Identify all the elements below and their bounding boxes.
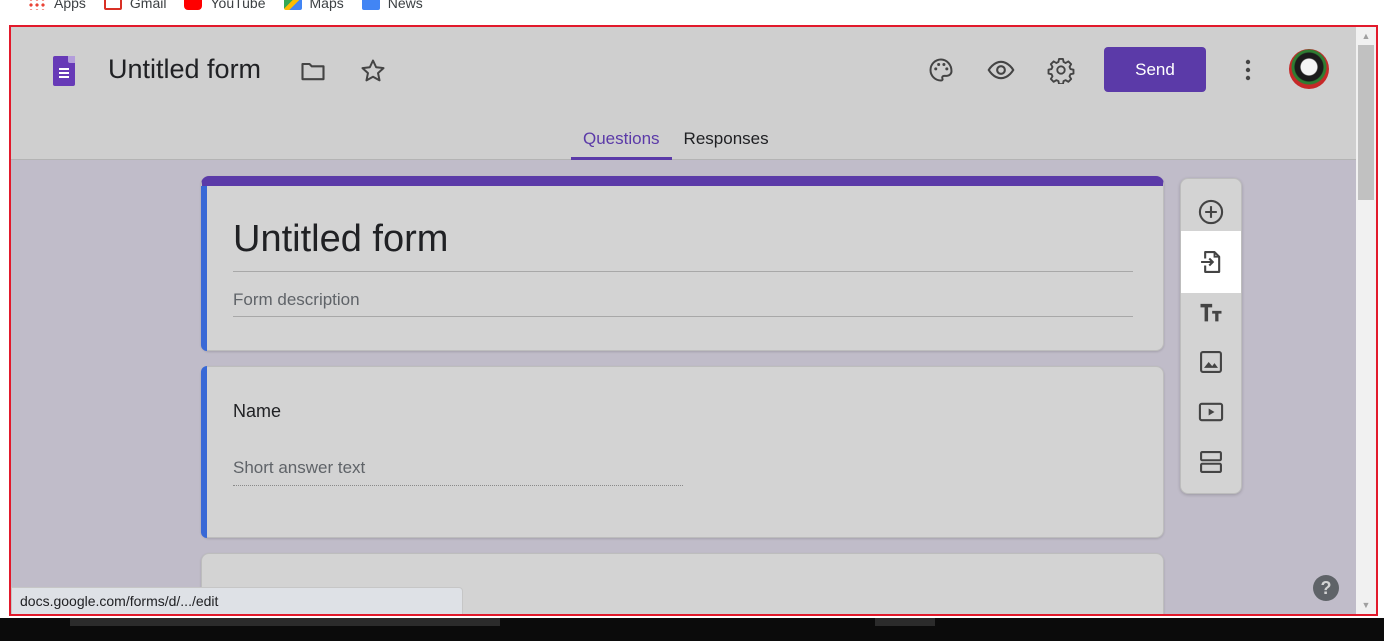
os-taskbar	[0, 618, 1384, 641]
short-answer-placeholder: Short answer text	[233, 458, 683, 486]
question-title[interactable]: Name	[233, 401, 281, 422]
google-forms-logo-icon[interactable]	[53, 56, 75, 86]
tab-questions[interactable]: Questions	[571, 125, 672, 160]
add-question-icon[interactable]	[1181, 187, 1241, 237]
form-title-card[interactable]: Untitled form Form description	[201, 176, 1164, 351]
more-vert-icon[interactable]	[1235, 51, 1261, 89]
star-icon[interactable]	[353, 51, 393, 91]
bookmark-label: News	[387, 0, 423, 11]
tab-responses[interactable]: Responses	[672, 125, 781, 160]
news-icon	[361, 0, 380, 10]
settings-gear-icon[interactable]	[1041, 50, 1081, 90]
bookmark-label: Gmail	[129, 0, 167, 11]
focus-accent-bar	[201, 366, 207, 538]
question-card[interactable]: Name Short answer text	[201, 366, 1164, 538]
add-image-icon[interactable]	[1181, 337, 1241, 387]
floating-toolbar	[1180, 178, 1242, 494]
palette-icon[interactable]	[921, 50, 961, 90]
add-video-icon[interactable]	[1181, 387, 1241, 437]
add-title-icon[interactable]	[1181, 287, 1241, 337]
document-title[interactable]: Untitled form	[108, 54, 261, 85]
bookmark-youtube[interactable]: YouTube	[184, 0, 266, 12]
focus-accent-bar	[201, 186, 207, 351]
form-description-field[interactable]: Form description	[233, 290, 1133, 317]
gmail-icon	[103, 0, 122, 10]
bookmark-apps[interactable]: Apps	[28, 0, 86, 12]
form-title-field[interactable]: Untitled form	[233, 218, 1133, 272]
tab-bar: Questions Responses	[571, 125, 781, 160]
preview-eye-icon[interactable]	[981, 50, 1021, 90]
bookmark-maps[interactable]: Maps	[283, 0, 344, 12]
link-status-bar: docs.google.com/forms/d/.../edit	[11, 587, 463, 614]
bookmark-news[interactable]: News	[361, 0, 423, 12]
scroll-down-arrow-icon[interactable]: ▼	[1356, 596, 1376, 614]
scroll-thumb[interactable]	[1358, 45, 1374, 200]
bookmark-label: Apps	[54, 0, 86, 11]
help-icon[interactable]: ?	[1313, 575, 1339, 601]
bookmark-label: Maps	[309, 0, 344, 11]
bookmark-label: YouTube	[210, 0, 266, 11]
youtube-icon	[184, 0, 203, 10]
vertical-scrollbar[interactable]: ▲ ▼	[1356, 27, 1376, 614]
account-avatar[interactable]	[1289, 49, 1329, 89]
import-questions-icon[interactable]	[1181, 231, 1241, 293]
maps-icon	[283, 0, 302, 10]
app-header: Untitled form Send Questions Responses	[11, 27, 1356, 160]
send-button[interactable]: Send	[1104, 47, 1206, 92]
forms-editor-frame: Untitled form Send Questions Responses U…	[9, 25, 1378, 616]
apps-grid-icon	[28, 0, 46, 10]
bookmark-gmail[interactable]: Gmail	[103, 0, 167, 12]
add-section-icon[interactable]	[1181, 437, 1241, 487]
bookmarks-bar: Apps Gmail YouTube Maps News	[0, 0, 1384, 24]
scroll-up-arrow-icon[interactable]: ▲	[1356, 27, 1376, 45]
folder-icon[interactable]	[293, 51, 333, 91]
